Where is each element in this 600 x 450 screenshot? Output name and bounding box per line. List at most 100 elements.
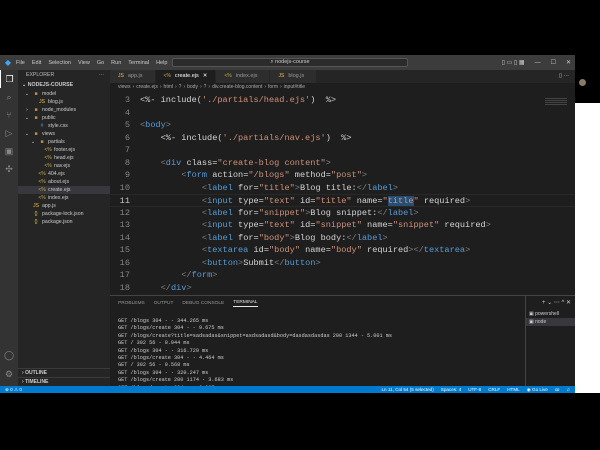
more-actions-icon[interactable]: ▯ ··· [559,70,575,83]
code-line[interactable]: 17 </form> [110,269,575,282]
tree-item-head-ejs[interactable]: <% head.ejs [18,154,110,162]
code-token: ) [310,95,326,105]
terminal-output[interactable]: GET /blogs 304 - - 344.265 ms GET /blogs/… [118,318,392,393]
close-icon[interactable]: ✕ [566,59,571,66]
language-mode[interactable]: HTML [507,387,520,393]
tree-item-package-json[interactable]: {} package.json [18,218,110,226]
extensions-icon[interactable]: ▣ [0,142,18,160]
close-tab-icon[interactable]: ✕ [203,70,208,83]
code-line[interactable]: 8 <div class="create-blog content"> [110,157,575,170]
code-text: </div> [140,282,192,295]
breadcrumb-item[interactable]: ? [179,84,182,90]
menu-selection[interactable]: Selection [48,60,71,66]
go-live-button[interactable]: ◉ Go Live [527,387,548,393]
code-line[interactable]: 13 <input type="text" id="snippet" name="… [110,219,575,232]
command-center-search[interactable]: ⌕ nodejs-course [172,58,408,67]
code-line[interactable]: 16 <button>Submit</button> [110,257,575,270]
tree-item-404-ejs[interactable]: <% 404.ejs [18,170,110,178]
terminal-actions[interactable]: + ⌄ ⋯ ^ ✕ [526,296,575,310]
tree-item-package-lock-json[interactable]: {} package-lock.json [18,210,110,218]
code-line[interactable]: 7 [110,144,575,157]
code-line[interactable]: 5 <body> [110,119,575,132]
tree-item-index-ejs[interactable]: <% index.ejs [18,194,110,202]
minimap[interactable] [545,98,567,106]
source-control-icon[interactable]: ⑂ [0,106,18,124]
terminal-instance-node[interactable]: ▣ node [526,318,575,326]
terminal-instance-powershell[interactable]: ▣ powershell [526,310,575,318]
tree-item-model[interactable]: ⌄ ■ model [18,90,110,98]
minimize-icon[interactable]: — [535,60,541,66]
account-icon[interactable]: ◯ [0,346,18,364]
breadcrumb-item[interactable]: views [118,84,131,90]
code-token: </ [274,257,285,268]
code-line[interactable]: 12 <label for="snippet">Blog snippet:</la… [110,207,575,220]
breadcrumb-item[interactable]: ? [204,84,207,90]
tree-item-label: views [42,131,55,137]
tab-index-ejs[interactable]: <% index.ejs [216,70,271,83]
code-editor[interactable]: 3 <%- include('./partials/head.ejs') %> 4 5… [110,94,575,294]
tree-item-views[interactable]: ⌄ ■ views [18,130,110,138]
menu-help[interactable]: Help [156,60,167,66]
tree-item-public[interactable]: ⌄ ■ public [18,114,110,122]
code-line[interactable]: 15 <textarea id="body" name="body" requir… [110,244,575,257]
tree-item-nav-ejs[interactable]: <% nav.ejs [18,162,110,170]
code-token: for [232,207,254,218]
tree-item-footer-ejs[interactable]: <% footer.ejs [18,146,110,154]
tab-app-js[interactable]: JS app.js [110,70,156,83]
notifications-icon[interactable]: ♫ [567,387,570,393]
code-line[interactable]: 18 </div> [110,282,575,295]
menu-go[interactable]: Go [97,60,104,66]
indentation-status[interactable]: Spaces: 4 [441,387,461,393]
remote-icon[interactable]: ✣ [0,160,18,178]
menu-view[interactable]: View [78,60,90,66]
tree-item-partials[interactable]: ⌄ ■ partials [18,138,110,146]
code-line[interactable]: 4 [110,107,575,120]
tree-item-create-ejs[interactable]: <% create.ejs [18,186,110,194]
code-line[interactable]: 10 <label for="title">Blog title:</label> [110,182,575,195]
eol-status[interactable]: CRLF [488,387,500,393]
panel-tab-output[interactable]: OUTPUT [154,301,174,306]
encoding-status[interactable]: UTF-8 [468,387,481,393]
cursor-position[interactable]: Ln 11, Col 54 (5 selected) [381,387,433,393]
vscode-logo-icon: ◆ [4,58,12,67]
tree-item-node-modules[interactable]: › ■ node_modules [18,106,110,114]
breadcrumb-item[interactable]: create.ejs [136,84,158,90]
breadcrumb-item[interactable]: div.create-blog.content [212,84,262,90]
breadcrumb-item[interactable]: input#title [284,84,305,90]
tree-item-style-css[interactable]: # style.css [18,122,110,130]
menu-run[interactable]: Run [111,60,121,66]
panel-tab-terminal[interactable]: TERMINAL [233,300,258,307]
run-debug-icon[interactable]: ▷ [0,124,18,142]
code-line[interactable]: 11 <input type="text" id="title" name="ti… [110,194,575,207]
tree-item-blog-js[interactable]: JS blog.js [18,98,110,106]
menu-terminal[interactable]: Terminal [128,60,149,66]
panel-tab-problems[interactable]: PROBLEMS [118,301,145,306]
outline-section[interactable]: › OUTLINE [18,368,110,377]
accounts-icon[interactable]: ꝏ [555,387,560,393]
search-icon[interactable]: ⌕ [0,88,18,106]
code-token: label [207,232,233,243]
menu-edit[interactable]: Edit [32,60,41,66]
workspace-root[interactable]: ⌄ NODEJS-COURSE [18,81,110,90]
code-line[interactable]: 9 <form action="/blogs" method="post"> [110,169,575,182]
tree-item-about-ejs[interactable]: <% about.ejs [18,178,110,186]
maximize-icon[interactable]: ☐ [551,59,556,66]
problems-status[interactable]: ⊗ 0 ⚠ 0 [5,387,22,393]
breadcrumb-item[interactable]: html [164,84,173,90]
layout-toggle-icon[interactable]: ▯ ▭ ▯ ▦ [502,59,525,66]
panel-tab-debug-console[interactable]: DEBUG CONSOLE [182,301,224,306]
tree-item-app-js[interactable]: JS app.js [18,202,110,210]
tab-create-ejs[interactable]: <% create.ejs ✕ [155,70,217,83]
more-actions-icon[interactable]: ··· [99,70,104,81]
tab-blog-js[interactable]: JS blog.js [270,70,318,83]
menu-file[interactable]: File [16,60,25,66]
breadcrumb-item[interactable]: form [268,84,278,90]
code-line[interactable]: 14 <label for="body">Blog body:</label> [110,232,575,245]
code-line[interactable]: 6 <%- include('./partials/nav.ejs') %> [110,132,575,145]
timeline-section[interactable]: › TIMELINE [18,377,110,386]
breadcrumb-item[interactable]: body [187,84,198,90]
gear-icon[interactable]: ⚙ [0,365,18,383]
folder-icon: ■ [34,91,38,97]
code-line[interactable]: 3 <%- include('./partials/head.ejs') %> [110,94,575,107]
explorer-icon[interactable]: ❐ [0,70,18,88]
